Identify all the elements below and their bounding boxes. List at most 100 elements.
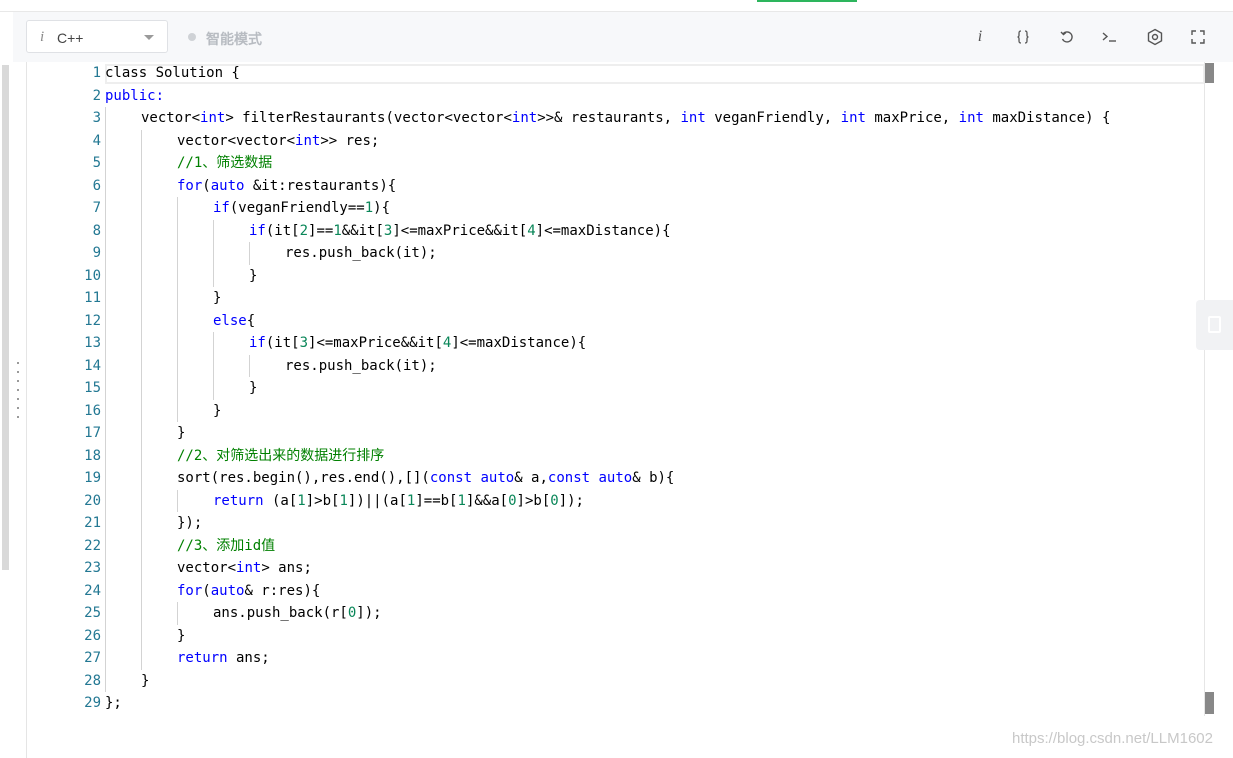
code-token: int xyxy=(680,110,706,126)
code-token: &&it[ xyxy=(341,222,384,239)
code-line: else{ xyxy=(213,310,255,332)
line-number: 15 xyxy=(84,380,101,396)
indent-guide xyxy=(213,219,214,287)
settings-button[interactable] xyxy=(1143,25,1167,49)
code-token: ]>b[ xyxy=(305,492,340,509)
smart-mode-toggle-dot[interactable] xyxy=(188,33,196,41)
line-number: 12 xyxy=(84,312,101,329)
code-line: for(auto& r:res){ xyxy=(177,580,320,602)
line-number: 3 xyxy=(92,110,101,126)
info-icon: i xyxy=(977,28,983,45)
code-token: vector<vector< xyxy=(177,132,296,149)
code-token: veganFriendly, xyxy=(705,110,841,126)
smart-mode-label[interactable]: 智能模式 xyxy=(206,29,262,49)
code-token: } xyxy=(177,425,186,441)
code-line: } xyxy=(249,377,257,399)
code-token: (it[ xyxy=(265,335,300,351)
code-token: & b){ xyxy=(632,470,675,486)
panel-resize-handle[interactable] xyxy=(16,362,20,418)
code-token: const xyxy=(429,470,473,486)
code-line: if(it[2]==1&&it[3]<=maxPrice&&it[4]<=max… xyxy=(249,220,671,242)
code-token: maxPrice, xyxy=(865,110,959,126)
code-token: //3、添加id值 xyxy=(177,537,276,554)
watermark-text: https://blog.csdn.net/LLM1602 xyxy=(1012,730,1213,747)
code-token: > ans; xyxy=(261,560,312,576)
code-token: for xyxy=(177,177,203,194)
indent-guide xyxy=(213,332,214,400)
language-select[interactable]: i C++ xyxy=(26,20,168,53)
code-token: }; xyxy=(105,695,122,711)
fullscreen-button[interactable] xyxy=(1186,25,1210,49)
code-token: { xyxy=(246,312,256,329)
line-number: 4 xyxy=(92,132,101,149)
side-panel-tab[interactable] xyxy=(1196,300,1233,350)
left-panel-scrollbar[interactable] xyxy=(2,65,9,570)
code-token: if xyxy=(213,200,230,216)
format-button[interactable] xyxy=(1011,25,1035,49)
code-token: & a, xyxy=(514,470,548,486)
console-button[interactable] xyxy=(1098,25,1122,49)
line-number: 21 xyxy=(84,515,101,531)
code-token: 2 xyxy=(299,222,309,239)
code-line: } xyxy=(213,287,221,309)
line-number: 19 xyxy=(84,470,101,486)
settings-icon xyxy=(1147,28,1163,46)
code-token: const xyxy=(547,470,591,486)
code-line: res.push_back(it); xyxy=(285,355,437,377)
line-number: 24 xyxy=(84,582,101,599)
code-token: } xyxy=(177,627,186,644)
code-line: public: xyxy=(105,85,164,107)
code-line: ans.push_back(r[0]); xyxy=(213,602,382,624)
code-token: auto xyxy=(210,177,245,194)
code-token: auto xyxy=(480,470,515,486)
line-number: 14 xyxy=(84,357,101,374)
line-number: 29 xyxy=(84,695,101,711)
scrollbar-thumb[interactable] xyxy=(1205,63,1214,83)
code-token: } xyxy=(213,290,222,306)
code-token: else xyxy=(213,312,247,329)
code-token: for xyxy=(177,582,203,599)
code-token: ]&&a[ xyxy=(465,492,509,509)
code-token: 1 xyxy=(333,222,342,239)
scrollbar-marker xyxy=(1205,692,1214,714)
code-line: return (a[1]>b[1])||(a[1]==b[1]&&a[0]>b[… xyxy=(213,490,584,512)
code-token: ( xyxy=(202,582,211,599)
code-line: } xyxy=(249,265,257,287)
code-line: class Solution { xyxy=(105,62,240,84)
line-number: 20 xyxy=(84,492,101,509)
code-token: 4 xyxy=(527,222,536,239)
active-tab-indicator xyxy=(757,0,857,2)
code-token: 0 xyxy=(508,492,517,509)
line-number: 1 xyxy=(92,65,101,81)
language-label: C++ xyxy=(57,30,84,46)
indent-guide xyxy=(105,107,106,692)
code-line: if(it[3]<=maxPrice&&it[4]<=maxDistance){ xyxy=(249,332,586,354)
code-line: }; xyxy=(105,692,122,714)
code-editor[interactable]: 1 2 3 4 5 6 7 8 9 10 11 12 13 14 15 16 17 18 19 20 21 22 23 24 2… xyxy=(26,62,1222,758)
code-token: int xyxy=(200,110,226,126)
line-number: 18 xyxy=(84,447,101,464)
code-token: //2、对筛选出来的数据进行排序 xyxy=(177,447,385,464)
code-token: 1 xyxy=(364,200,374,216)
code-line: vector<int> ans; xyxy=(177,557,312,579)
language-info-icon: i xyxy=(40,29,45,45)
code-line: //1、筛选数据 xyxy=(177,152,272,174)
indent-guide xyxy=(177,602,178,625)
chevron-down-icon xyxy=(144,35,154,40)
reset-button[interactable] xyxy=(1055,25,1079,49)
code-token: int xyxy=(958,110,984,126)
code-token: res.push_back(it); xyxy=(285,357,437,374)
terminal-icon xyxy=(1102,32,1116,42)
code-line: } xyxy=(177,422,185,444)
code-token: ]); xyxy=(558,492,584,509)
indent-guide xyxy=(177,197,178,422)
code-token: 1 xyxy=(297,492,306,509)
code-token: > filterRestaurants(vector<vector< xyxy=(225,110,512,126)
code-token: int xyxy=(295,132,321,149)
code-line: if(veganFriendly==1){ xyxy=(213,197,390,219)
editor-vertical-scrollbar[interactable] xyxy=(1204,62,1220,716)
info-button[interactable]: i xyxy=(968,25,992,49)
code-line: //2、对筛选出来的数据进行排序 xyxy=(177,445,384,467)
line-number: 26 xyxy=(84,627,101,644)
line-number: 25 xyxy=(84,605,101,621)
